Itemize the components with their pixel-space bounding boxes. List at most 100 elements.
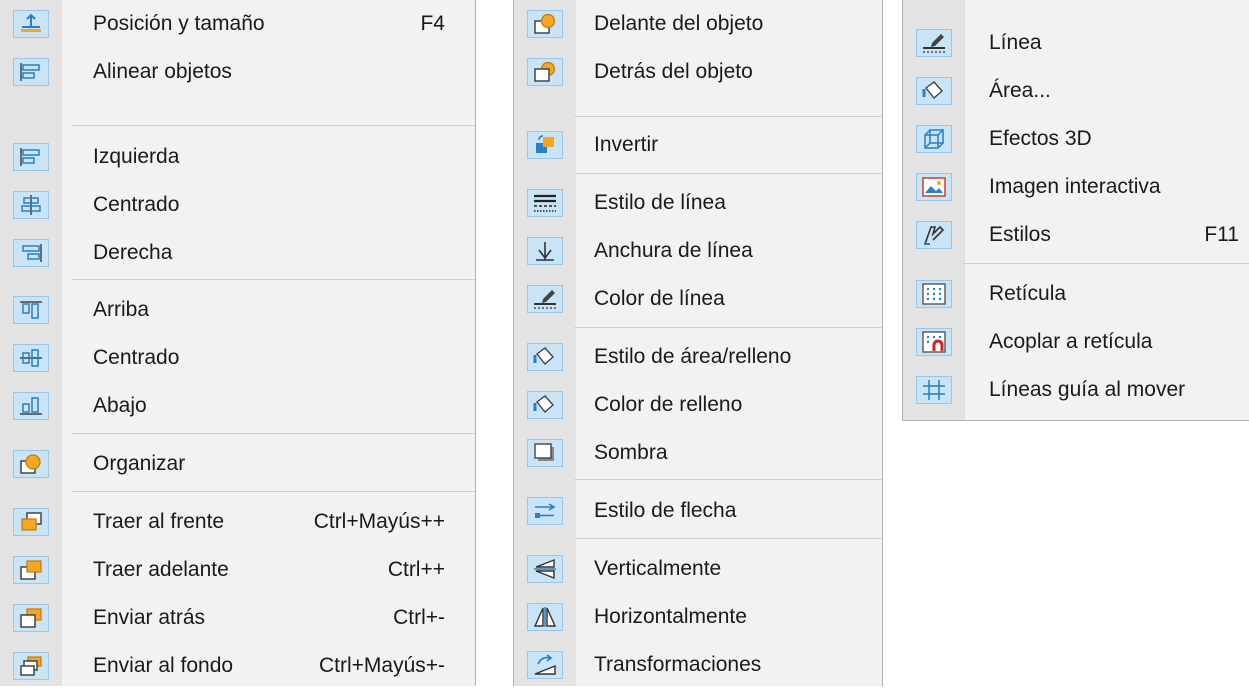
- arrange-icon: [13, 450, 49, 478]
- grid-icon: [916, 280, 952, 308]
- format-menu: Línea Área... Efectos 3D Imagen interact…: [902, 0, 1249, 421]
- menu-item-line-width[interactable]: Anchura de línea: [514, 227, 882, 275]
- in-front-of-object-icon: [527, 10, 563, 38]
- menu-item-shortcut: Ctrl+-: [393, 606, 445, 629]
- behind-object-icon: [527, 58, 563, 86]
- menu-item-snap-to-grid[interactable]: Acoplar a retícula: [903, 318, 1249, 366]
- menu-item-label: Abajo: [93, 394, 147, 417]
- menu-item-label: Traer adelante: [93, 558, 229, 581]
- guides-icon: [916, 376, 952, 404]
- menu-item-label: Línea: [989, 31, 1042, 54]
- menu-item-label: Izquierda: [93, 145, 180, 168]
- align-left-icon: [13, 143, 49, 171]
- menu-item-label: Posición y tamaño: [93, 12, 265, 35]
- reverse-icon: [527, 131, 563, 159]
- menu-item-arrow-style[interactable]: Estilo de flecha: [514, 487, 882, 535]
- position-menu: Posición y tamaño F4 Alinear objetos Izq…: [0, 0, 476, 686]
- line-style-icon: [527, 189, 563, 217]
- menu-item-image-map[interactable]: Imagen interactiva: [903, 163, 1249, 211]
- flip-vertical-icon: [527, 555, 563, 583]
- menu-item-area-style-fill[interactable]: Estilo de área/relleno: [514, 333, 882, 381]
- menu-item-align-left[interactable]: Izquierda: [0, 133, 475, 181]
- menu-item-shortcut: Ctrl+Mayús++: [313, 510, 445, 533]
- line-width-icon: [527, 237, 563, 265]
- menu-item-label: Imagen interactiva: [989, 175, 1161, 198]
- menu-item-fill-color[interactable]: Color de relleno: [514, 381, 882, 429]
- menu-item-align-objects[interactable]: Alinear objetos: [0, 48, 475, 96]
- menu-item-shortcut: Ctrl+Mayús+-: [318, 654, 445, 677]
- menu-item-send-backward[interactable]: Enviar atrás Ctrl+-: [0, 594, 475, 642]
- menu-item-styles[interactable]: Estilos F11: [903, 211, 1249, 259]
- align-top-icon: [13, 296, 49, 324]
- menu-item-shortcut: F11: [1204, 223, 1239, 246]
- menu-item-area[interactable]: Área...: [903, 67, 1249, 115]
- menu-item-shortcut: Ctrl++: [387, 558, 445, 581]
- cube-3d-icon: [916, 125, 952, 153]
- menu-separator: [574, 327, 882, 328]
- position-size-icon: [13, 10, 49, 38]
- menu-item-label: Líneas guía al mover: [989, 378, 1186, 401]
- menu-item-align-top[interactable]: Arriba: [0, 286, 475, 334]
- menu-item-align-center[interactable]: Centrado: [0, 181, 475, 229]
- menu-item-label: Acoplar a retícula: [989, 330, 1153, 353]
- menu-item-line-style[interactable]: Estilo de línea: [514, 179, 882, 227]
- menu-item-label: Color de relleno: [594, 393, 743, 416]
- menu-separator: [574, 173, 882, 174]
- menu-item-label: Delante del objeto: [594, 12, 764, 35]
- menu-item-send-to-back[interactable]: Enviar al fondo Ctrl+Mayús+-: [0, 642, 475, 690]
- menu-item-label: Sombra: [594, 441, 668, 464]
- send-backward-icon: [13, 604, 49, 632]
- menu-item-transformations[interactable]: Transformaciones: [514, 641, 882, 689]
- menu-item-guides-when-moving[interactable]: Líneas guía al mover: [903, 366, 1249, 414]
- menu-item-align-right[interactable]: Derecha: [0, 229, 475, 277]
- menu-item-label: Enviar al fondo: [93, 654, 234, 677]
- menu-item-flip-horizontally[interactable]: Horizontalmente: [514, 593, 882, 641]
- menu-item-reverse[interactable]: Invertir: [514, 121, 882, 169]
- menu-item-position-size[interactable]: Posición y tamaño F4: [0, 0, 475, 48]
- menu-item-label: Arriba: [93, 298, 150, 321]
- menu-item-grid[interactable]: Retícula: [903, 270, 1249, 318]
- menu-item-label: Derecha: [93, 241, 173, 264]
- menu-separator: [72, 491, 475, 492]
- menu-item-label: Estilo de área/relleno: [594, 345, 792, 368]
- menu-item-label: Enviar atrás: [93, 606, 206, 629]
- menu-item-label: Alinear objetos: [93, 60, 232, 83]
- menu-separator: [72, 279, 475, 280]
- menu-separator: [574, 479, 882, 480]
- menu-item-shortcut: F4: [420, 12, 445, 35]
- bring-to-front-icon: [13, 508, 49, 536]
- line-icon: [916, 29, 952, 57]
- styles-icon: [916, 221, 952, 249]
- image-map-icon: [916, 173, 952, 201]
- arrow-style-icon: [527, 497, 563, 525]
- menu-item-label: Estilos: [989, 223, 1051, 246]
- menu-item-line-color[interactable]: Color de línea: [514, 275, 882, 323]
- menu-item-label: Invertir: [594, 133, 659, 156]
- menu-item-label: Estilo de flecha: [594, 499, 737, 522]
- menu-item-bring-forward[interactable]: Traer adelante Ctrl++: [0, 546, 475, 594]
- transformations-icon: [527, 651, 563, 679]
- menu-item-label: Centrado: [93, 346, 180, 369]
- menu-item-shadow[interactable]: Sombra: [514, 429, 882, 477]
- menu-separator: [963, 263, 1249, 264]
- flip-horizontal-icon: [527, 603, 563, 631]
- menu-item-label: Color de línea: [594, 287, 725, 310]
- menu-item-label: Traer al frente: [93, 510, 225, 533]
- align-right-icon: [13, 239, 49, 267]
- menu-item-line[interactable]: Línea: [903, 19, 1249, 67]
- menu-item-label: Detrás del objeto: [594, 60, 753, 83]
- menu-item-label: Anchura de línea: [594, 239, 753, 262]
- menu-separator: [72, 125, 475, 126]
- menu-item-behind-object[interactable]: Detrás del objeto: [514, 48, 882, 96]
- area-icon: [916, 77, 952, 105]
- menu-item-flip-vertically[interactable]: Verticalmente: [514, 545, 882, 593]
- send-to-back-icon: [13, 652, 49, 680]
- menu-item-align-middle[interactable]: Centrado: [0, 334, 475, 382]
- menu-item-arrange[interactable]: Organizar: [0, 440, 475, 488]
- bring-forward-icon: [13, 556, 49, 584]
- menu-item-align-bottom[interactable]: Abajo: [0, 382, 475, 430]
- menu-item-bring-to-front[interactable]: Traer al frente Ctrl+Mayús++: [0, 498, 475, 546]
- menu-item-label: Centrado: [93, 193, 180, 216]
- menu-item-in-front-of-object[interactable]: Delante del objeto: [514, 0, 882, 48]
- menu-item-3d-effects[interactable]: Efectos 3D: [903, 115, 1249, 163]
